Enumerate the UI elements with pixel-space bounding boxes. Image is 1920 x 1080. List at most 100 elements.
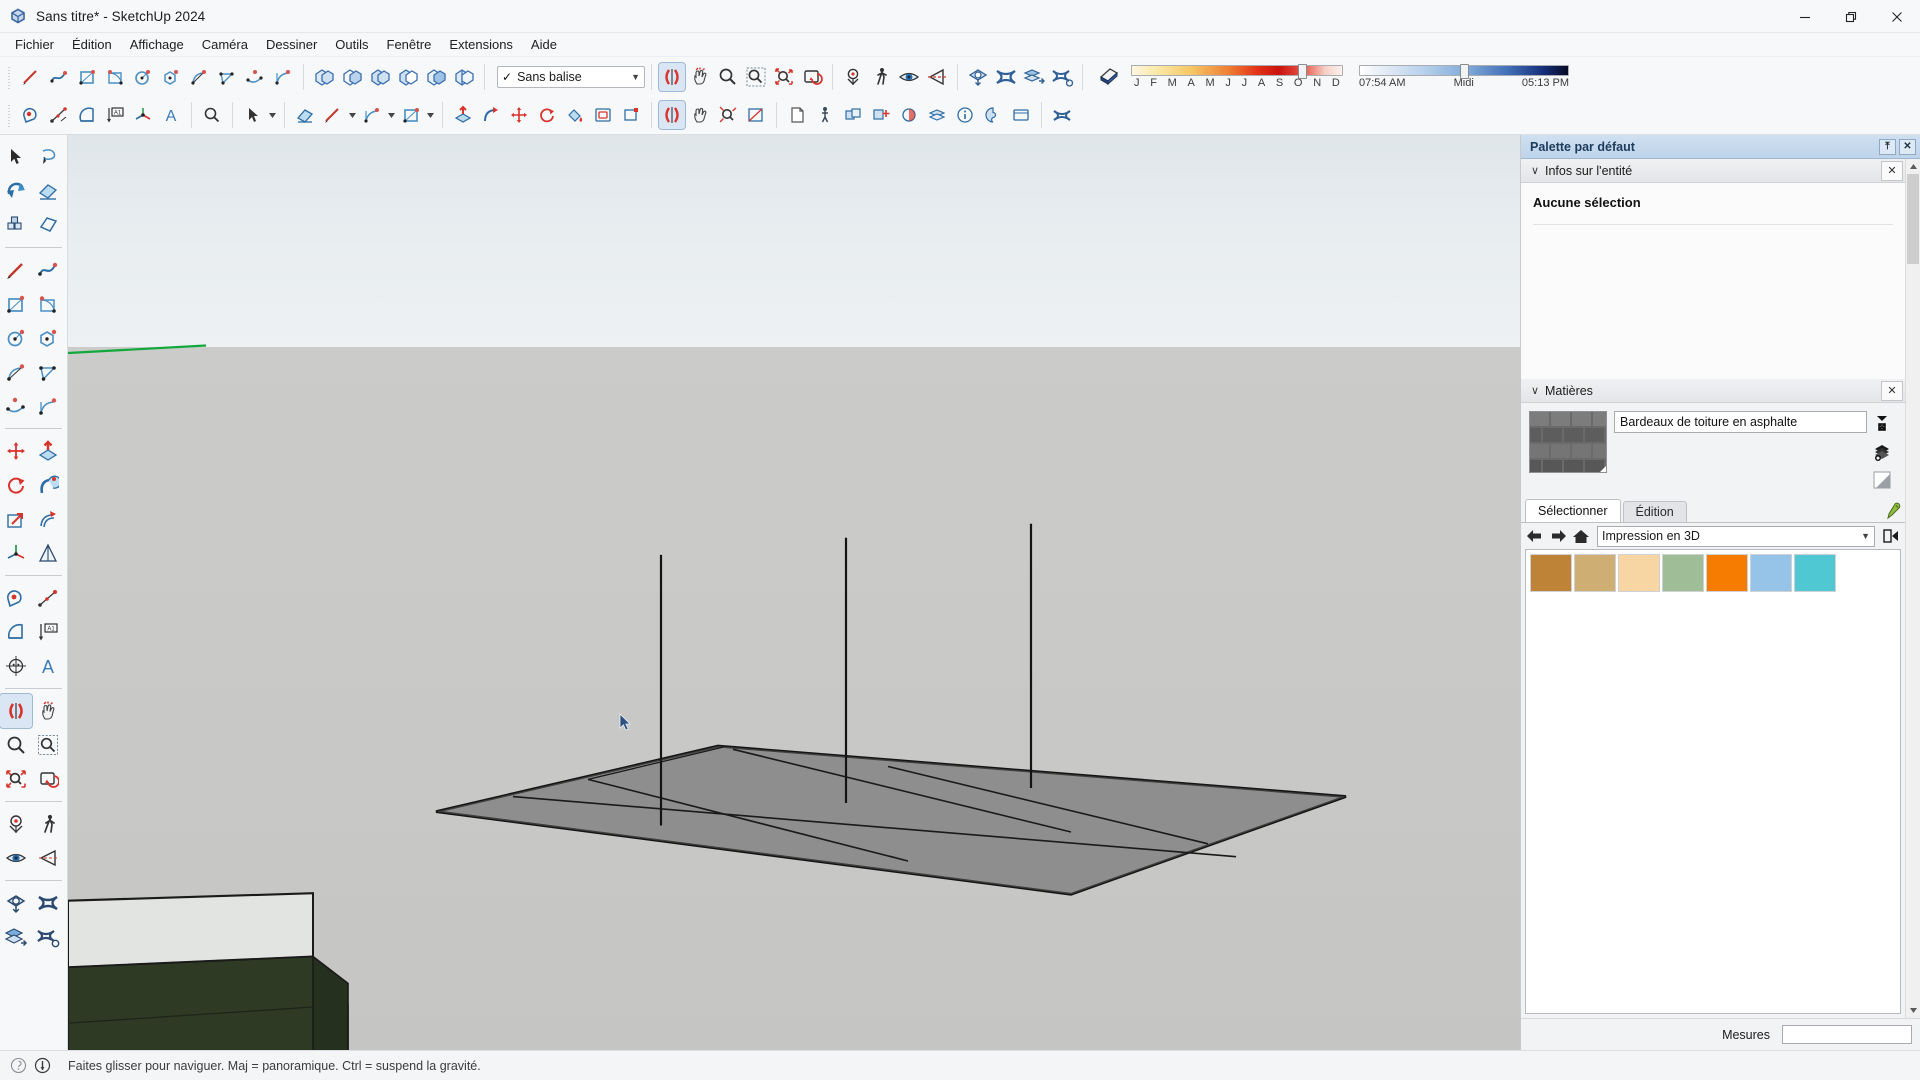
person-scale-icon[interactable] [812, 101, 838, 129]
arrow-left-icon[interactable] [1525, 526, 1545, 546]
details-arrow-icon[interactable] [1881, 526, 1901, 546]
zoom-window-tool-icon[interactable] [32, 728, 64, 762]
chevron-down-icon[interactable]: ∨ [1531, 164, 1545, 177]
stamp-tool-icon[interactable] [32, 920, 64, 954]
zoom-tool-icon[interactable] [0, 728, 32, 762]
protractor-tool-icon[interactable] [74, 101, 100, 129]
follow-me-tool-icon[interactable] [32, 468, 64, 502]
model-geometry[interactable] [68, 135, 1520, 1050]
walk-tool-icon[interactable] [868, 63, 894, 91]
rectangle-tool-icon[interactable] [0, 287, 32, 321]
section-plane-icon[interactable] [743, 101, 769, 129]
position-camera-icon[interactable] [840, 63, 866, 91]
offset-tool-icon[interactable] [32, 502, 64, 536]
model-viewport-3d[interactable] [68, 135, 1520, 1050]
shadow-time-slider[interactable]: 07:54 AM Midi 05:13 PM [1359, 63, 1569, 89]
move-tool-icon[interactable] [0, 434, 32, 468]
tag-tool-icon[interactable] [32, 208, 64, 242]
swatch-cyan[interactable] [1794, 554, 1836, 592]
position-camera-icon[interactable] [0, 807, 32, 841]
scale-tool-icon[interactable] [618, 101, 644, 129]
swatch-peach[interactable] [1618, 554, 1660, 592]
panel-pin-icon[interactable]: ⤒ [1879, 138, 1896, 155]
lasso-select-tool-icon[interactable] [32, 140, 64, 174]
swatch-sage-green[interactable] [1662, 554, 1704, 592]
arc-tool-icon[interactable] [359, 101, 385, 129]
panel-scrollbar[interactable] [1905, 159, 1920, 1018]
freehand-tool-icon[interactable] [32, 253, 64, 287]
time-slider-track[interactable] [1359, 63, 1569, 79]
3d-text-tool-icon[interactable]: A [32, 649, 64, 683]
sandbox-smoove-icon[interactable] [1049, 101, 1075, 129]
tag-dropdown[interactable]: ✓ Sans balise ▼ [497, 65, 645, 88]
layers-icon[interactable] [924, 101, 950, 129]
arc-tool-icon[interactable] [32, 389, 64, 423]
shadow-month-slider[interactable]: J F M A M J J A S O N D [1131, 63, 1343, 89]
menu-affichage[interactable]: Affichage [121, 34, 193, 55]
swatch-orange[interactable] [1706, 554, 1748, 592]
material-library-dropdown[interactable]: Impression en 3D ▼ [1597, 525, 1875, 547]
solid-subtract-icon[interactable] [395, 63, 421, 91]
line-tool-icon[interactable] [18, 63, 44, 91]
solid-trim-icon[interactable] [423, 63, 449, 91]
menu-fenetre[interactable]: Fenêtre [378, 34, 441, 55]
rectangle-tool-dropdown[interactable] [425, 101, 436, 129]
menu-dessiner[interactable]: Dessiner [257, 34, 326, 55]
tape-measure-tool-icon[interactable] [0, 581, 32, 615]
look-around-tool-icon[interactable] [0, 841, 32, 875]
field-of-view-icon[interactable] [32, 841, 64, 875]
material-swatch-panel[interactable] [1525, 549, 1901, 1014]
select-tool-icon[interactable] [0, 140, 32, 174]
geo-location-icon[interactable] [6, 1054, 30, 1078]
arc-2point-tool-icon[interactable] [186, 63, 212, 91]
circle-tool-icon[interactable] [0, 321, 32, 355]
dimension-tool-icon[interactable] [46, 101, 72, 129]
eyedropper-icon[interactable] [1879, 500, 1905, 522]
follow-me-tool-icon[interactable] [478, 101, 504, 129]
menu-aide[interactable]: Aide [522, 34, 566, 55]
measures-input[interactable] [1782, 1025, 1912, 1044]
styles-icon[interactable] [980, 101, 1006, 129]
pan-tool-icon[interactable] [687, 101, 713, 129]
line-tool-icon[interactable] [0, 253, 32, 287]
pan-tool-icon[interactable] [32, 694, 64, 728]
tab-selectionner[interactable]: Sélectionner [1525, 499, 1621, 522]
arc-tool-dropdown[interactable] [386, 101, 397, 129]
info-icon[interactable] [30, 1054, 54, 1078]
sandbox-from-contours-icon[interactable] [965, 63, 991, 91]
current-material-name[interactable]: Bardeaux de toiture en asphalte [1614, 411, 1867, 433]
menu-outils[interactable]: Outils [326, 34, 377, 55]
materials-section-header[interactable]: ∨ Matières ✕ [1521, 379, 1905, 403]
scroll-down-arrow-icon[interactable] [1906, 1003, 1920, 1018]
zoom-extents-tool-icon[interactable] [771, 63, 797, 91]
push-pull-tool-icon[interactable] [32, 434, 64, 468]
smoove-tool-icon[interactable] [0, 920, 32, 954]
zoom-tool-icon[interactable] [715, 63, 741, 91]
tab-edition[interactable]: Édition [1622, 501, 1687, 522]
solid-tools-icon[interactable] [32, 536, 64, 570]
polygon-tool-icon[interactable] [32, 321, 64, 355]
stamp-tool-icon[interactable] [1049, 63, 1075, 91]
solid-intersect-icon[interactable] [339, 63, 365, 91]
rotate-tool-icon[interactable] [0, 468, 32, 502]
polygon-tool-icon[interactable] [158, 63, 184, 91]
swatch-light-blue[interactable] [1750, 554, 1792, 592]
arrow-right-icon[interactable] [1548, 526, 1568, 546]
menu-fichier[interactable]: Fichier [6, 34, 63, 55]
scrollbar-thumb[interactable] [1907, 174, 1919, 264]
dimension-tool-icon[interactable] [32, 581, 64, 615]
axes-tool-icon[interactable] [130, 101, 156, 129]
sandbox-from-scratch-icon[interactable] [32, 886, 64, 920]
zoom-extents-tool-icon[interactable] [715, 101, 741, 129]
orbit-tool-icon[interactable] [0, 693, 33, 729]
smoove-tool-icon[interactable] [1021, 63, 1047, 91]
time-slider-thumb[interactable] [1459, 63, 1469, 79]
axes-tool-icon[interactable] [0, 536, 32, 570]
zoom-extents-tool-icon[interactable] [0, 762, 32, 796]
arc-tool-icon[interactable] [270, 63, 296, 91]
toolbar-grip[interactable] [7, 102, 14, 128]
orbit-ish-tool-icon[interactable] [0, 174, 32, 208]
protractor-tool-icon[interactable] [0, 615, 32, 649]
tape-measure-tool-icon[interactable] [18, 101, 44, 129]
offset-tool-icon[interactable] [590, 101, 616, 129]
